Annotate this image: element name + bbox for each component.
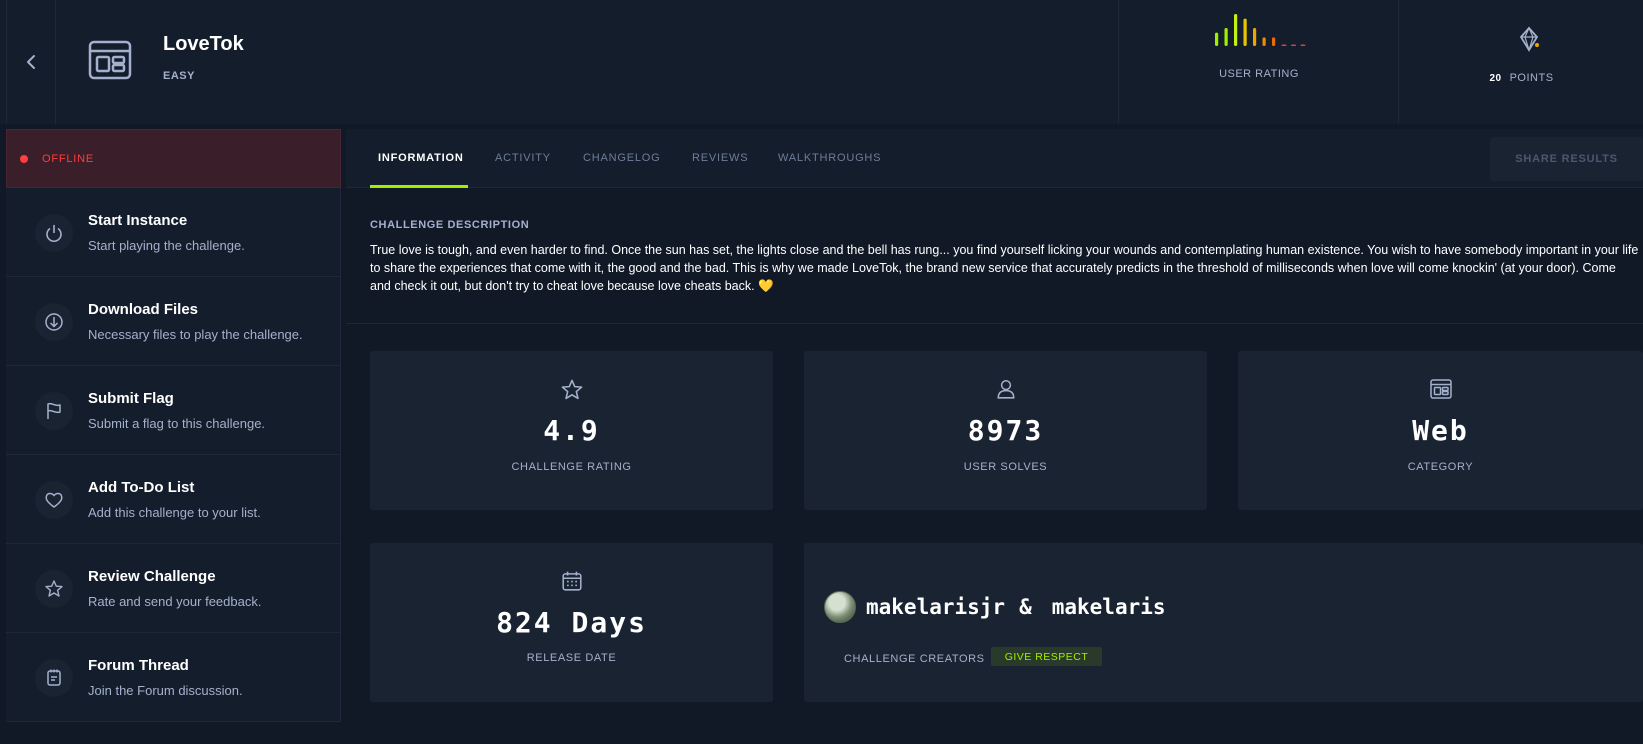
- start-instance-button[interactable]: Start Instance Start playing the challen…: [6, 188, 341, 277]
- action-title: Add To-Do List: [88, 479, 195, 496]
- avatar[interactable]: [824, 591, 856, 623]
- forum-thread-button[interactable]: Forum Thread Join the Forum discussion.: [6, 633, 341, 722]
- action-title: Forum Thread: [88, 657, 189, 674]
- creators-label: CHALLENGE CREATORS: [844, 653, 985, 665]
- challenge-main: INFORMATION ACTIVITY CHANGELOG REVIEWS W…: [346, 129, 1643, 744]
- review-challenge-button[interactable]: Review Challenge Rate and send your feed…: [6, 544, 341, 633]
- user-icon: [997, 379, 1014, 399]
- rating-bar: [1300, 44, 1306, 46]
- challenge-title: LoveTok: [163, 33, 244, 55]
- action-title: Download Files: [88, 301, 199, 318]
- action-subtitle: Start playing the challenge.: [88, 238, 245, 253]
- rating-distribution-bars: [1215, 14, 1306, 46]
- user-rating-label: USER RATING: [1219, 68, 1299, 80]
- instance-status: OFFLINE: [6, 129, 341, 188]
- creator-link-second[interactable]: makelaris: [1052, 595, 1166, 619]
- action-subtitle: Rate and send your feedback.: [88, 594, 262, 609]
- tab-reviews[interactable]: REVIEWS: [692, 152, 748, 164]
- rating-label: CHALLENGE RATING: [511, 461, 632, 473]
- challenge-sidebar: OFFLINE Start Instance Start playing the…: [6, 129, 341, 725]
- action-subtitle: Necessary files to play the challenge.: [88, 327, 303, 342]
- forum-icon: [35, 659, 73, 697]
- divider: [346, 323, 1643, 324]
- category-value: Web: [1412, 414, 1469, 447]
- download-icon: [35, 303, 73, 341]
- category-card: Web CATEGORY: [1238, 351, 1643, 510]
- user-rating: USER RATING: [1118, 0, 1398, 124]
- points-unit: POINTS: [1509, 72, 1554, 84]
- user-solves-card: 8973 USER SOLVES: [804, 351, 1207, 510]
- action-subtitle: Join the Forum discussion.: [88, 683, 243, 698]
- action-title: Start Instance: [88, 212, 188, 229]
- star-icon: [35, 570, 73, 608]
- points: 20 POINTS: [1398, 0, 1643, 124]
- action-title: Submit Flag: [88, 390, 174, 407]
- challenge-rating-card: 4.9 CHALLENGE RATING: [370, 351, 773, 510]
- release-date-card: 824 Days RELEASE DATE: [370, 543, 773, 702]
- flag-icon: [35, 392, 73, 430]
- rating-bar: [1262, 37, 1266, 46]
- status-text: OFFLINE: [42, 152, 95, 165]
- web-category-icon: [88, 40, 132, 80]
- difficulty-label: EASY: [163, 70, 195, 82]
- rating-bar: [1243, 18, 1247, 46]
- rating-bar: [1253, 28, 1257, 46]
- action-subtitle: Add this challenge to your list.: [88, 505, 261, 520]
- action-subtitle: Submit a flag to this challenge.: [88, 416, 266, 431]
- tab-bar: INFORMATION ACTIVITY CHANGELOG REVIEWS W…: [346, 129, 1643, 188]
- rating-bar: [1234, 14, 1238, 46]
- diamond-icon: [1519, 26, 1539, 52]
- description-text: True love is tough, and even harder to f…: [370, 243, 1639, 293]
- tab-changelog[interactable]: CHANGELOG: [583, 152, 661, 164]
- status-dot-icon: [20, 154, 28, 163]
- tab-walkthroughs[interactable]: WALKTHROUGHS: [778, 152, 881, 164]
- download-files-button[interactable]: Download Files Necessary files to play t…: [6, 277, 341, 366]
- points-value: 20: [1489, 73, 1502, 84]
- add-todo-button[interactable]: Add To-Do List Add this challenge to you…: [6, 455, 341, 544]
- solves-label: USER SOLVES: [963, 461, 1048, 473]
- release-label: RELEASE DATE: [526, 652, 617, 664]
- power-icon: [35, 214, 73, 252]
- heart-icon: [35, 481, 73, 519]
- description-heading: CHALLENGE DESCRIPTION: [370, 219, 530, 231]
- release-value: 824 Days: [496, 606, 647, 639]
- rating-bar: [1215, 32, 1219, 46]
- rating-bar: [1291, 44, 1296, 46]
- category-label: CATEGORY: [1407, 461, 1474, 473]
- rating-value: 4.9: [543, 414, 600, 447]
- share-results-button[interactable]: SHARE RESULTS: [1490, 137, 1643, 181]
- challenge-header: LoveTok EASY USER RATING 20 POINTS: [0, 0, 1643, 124]
- rating-bar: [1281, 44, 1287, 46]
- points-label: 20 POINTS: [1399, 72, 1643, 84]
- star-icon: [561, 379, 582, 400]
- action-title: Review Challenge: [88, 568, 216, 585]
- creators-row: makelarisjr & makelaris: [824, 591, 1166, 623]
- web-category-icon: [1429, 379, 1452, 399]
- creator-separator: &: [1019, 595, 1032, 619]
- tab-information[interactable]: INFORMATION: [378, 152, 464, 164]
- challenge-creators-card: makelarisjr & makelaris CHALLENGE CREATO…: [804, 543, 1643, 702]
- solves-value: 8973: [967, 414, 1044, 447]
- back-button[interactable]: [6, 0, 56, 124]
- give-respect-button[interactable]: GIVE RESPECT: [991, 647, 1102, 666]
- submit-flag-button[interactable]: Submit Flag Submit a flag to this challe…: [6, 366, 341, 455]
- chevron-left-icon: [27, 55, 35, 69]
- calendar-icon: [561, 571, 582, 591]
- rating-bar: [1272, 37, 1276, 46]
- tab-activity[interactable]: ACTIVITY: [495, 152, 551, 164]
- active-tab-indicator: [370, 185, 468, 188]
- creator-link-first[interactable]: makelarisjr: [866, 595, 1005, 619]
- rating-bar: [1224, 28, 1228, 46]
